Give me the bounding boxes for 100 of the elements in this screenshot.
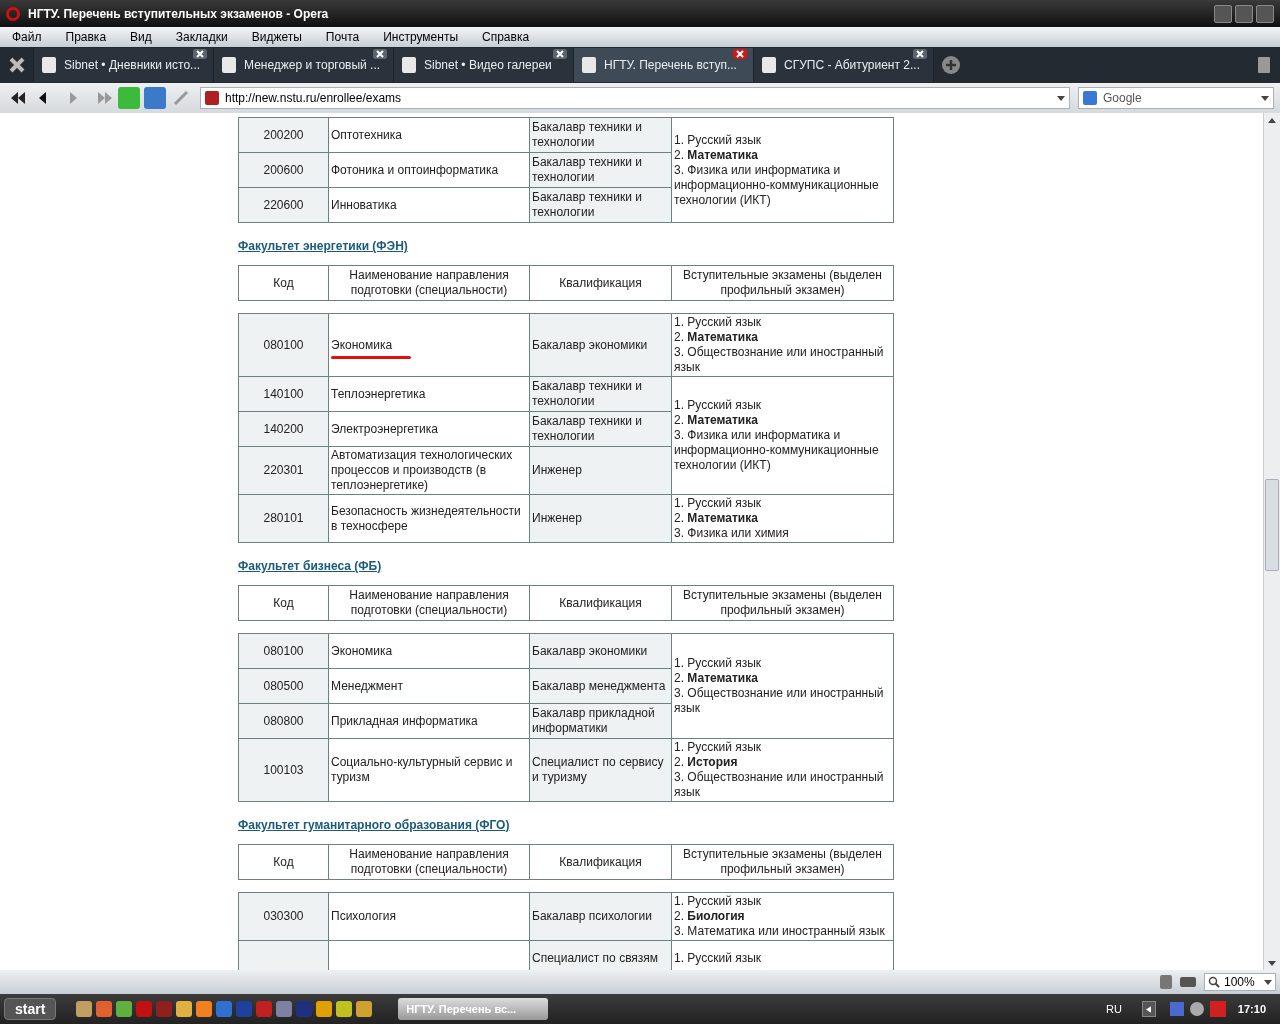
scroll-up-icon[interactable] [1268, 117, 1276, 123]
address-field[interactable]: http://new.nstu.ru/enrollee/exams [200, 87, 1070, 109]
app-icon[interactable] [116, 1001, 133, 1017]
exam-item: 3. Обществознание или иностранный язык [674, 686, 885, 716]
code-cell: 220600 [238, 187, 329, 223]
name-cell: Автоматизация технологических процессов и производств (в теплоэнергетике) [328, 446, 530, 495]
dropdown-arrow-icon[interactable] [1057, 95, 1065, 101]
column-header: Код [238, 585, 329, 621]
name-cell: Электроэнергетика [328, 411, 530, 447]
name-cell: Менеджмент [328, 668, 530, 704]
column-header: Вступительные экзамены (выделен профильный экзамен) [671, 844, 894, 880]
scroll-down-icon[interactable] [1268, 960, 1276, 966]
exam-item: 1. Русский язык [674, 740, 763, 755]
app-icon[interactable] [196, 1001, 213, 1017]
exam-item: 3. Физика или информатика и информационно-коммуникационные технологии (ИКТ) [674, 162, 880, 208]
close-icon[interactable] [373, 49, 387, 59]
column-header: Квалификация [529, 585, 672, 621]
qualification-cell: Бакалавр техники и технологии [529, 187, 672, 223]
name-cell: Психология [328, 892, 530, 941]
menu-item[interactable]: Вид [130, 28, 152, 46]
name-cell: Инноватика [328, 187, 530, 223]
qualification-cell: Бакалавр техники и технологии [529, 411, 672, 447]
menu-item[interactable]: Файл [12, 28, 42, 46]
exam-item: 1. Русский язык [674, 950, 763, 966]
tab-label: СГУПС - Абитуриент 2... [784, 57, 920, 74]
column-header: Код [238, 265, 329, 301]
menu-item[interactable]: Справка [482, 28, 530, 46]
close-icon[interactable] [913, 49, 927, 59]
tab-label: Менеджер и торговый ... [244, 57, 381, 74]
scrollbar[interactable] [1263, 113, 1280, 970]
page-icon [582, 57, 596, 73]
column-header: Наименование направления подготовки (специальности) [328, 585, 530, 621]
page-icon [222, 57, 236, 73]
code-cell: 080100 [238, 313, 329, 377]
qualification-cell: Бакалавр техники и технологии [529, 117, 672, 153]
exam-item: 3. Физика или химия [674, 526, 790, 541]
minimize-button[interactable] [1214, 4, 1232, 23]
name-cell: Социально-культурный сервис и туризм [328, 738, 530, 802]
opera-logo-icon [6, 6, 20, 21]
page-icon [402, 57, 416, 73]
name-cell: Прикладная информатика [328, 703, 530, 739]
qualification-cell: Инженер [529, 446, 672, 495]
app-icon[interactable] [96, 1001, 113, 1017]
qualification-cell: Бакалавр техники и технологии [529, 376, 672, 412]
browser-tab[interactable]: Менеджер и торговый ... [214, 48, 394, 82]
app-icon[interactable] [336, 1001, 353, 1017]
faculty-link[interactable]: Факультет бизнеса (ФБ) [238, 557, 1263, 575]
exam-item: 1. Русский язык [674, 398, 763, 413]
arrow-icon[interactable] [1146, 1005, 1152, 1013]
close-icon[interactable] [193, 49, 207, 59]
column-header: Наименование направления подготовки (специальности) [328, 265, 530, 301]
qualification-cell: Бакалавр менеджмента [529, 668, 672, 704]
page-icon [762, 57, 776, 73]
browser-tab[interactable]: Sibnet • Видео галереи [394, 48, 574, 82]
app-icon[interactable] [176, 1001, 193, 1017]
restore-button[interactable] [1235, 4, 1253, 23]
search-field[interactable]: Google [1078, 87, 1274, 109]
faculty-link[interactable]: Факультет гуманитарного образования (ФГО) [238, 816, 1263, 834]
code-cell: 280101 [238, 494, 329, 543]
app-icon[interactable] [356, 1001, 373, 1017]
name-cell: Фотоника и оптоинформатика [328, 152, 530, 188]
exam-item: 1. Русский язык [674, 656, 763, 671]
close-button[interactable] [1256, 4, 1274, 23]
qualification-cell: Бакалавр психологии [529, 892, 672, 941]
qualification-cell: Инженер [529, 494, 672, 543]
language-indicator[interactable]: RU [1105, 1000, 1122, 1018]
add-tab-icon[interactable] [942, 56, 960, 74]
column-header: Квалификация [529, 844, 672, 880]
app-icon[interactable] [276, 1001, 293, 1017]
code-cell: 100103 [238, 738, 329, 802]
exam-item: 1. Русский язык [674, 132, 763, 148]
dropdown-arrow-icon[interactable] [1261, 95, 1269, 101]
menu-item[interactable]: Почта [325, 28, 360, 46]
zoom-control[interactable]: 100% [1204, 973, 1276, 991]
browser-tab[interactable]: СГУПС - Абитуриент 2... [754, 48, 934, 82]
scrollbar-thumb[interactable] [1265, 479, 1279, 571]
start-button[interactable]: start [4, 998, 57, 1020]
menu-item[interactable]: Виджеты [251, 28, 302, 46]
tab-label: НГТУ. Перечень вступ... [604, 57, 737, 74]
menu-item[interactable]: Закладки [175, 28, 228, 46]
app-icon[interactable] [76, 1001, 93, 1017]
name-cell: Теплоэнергетика [328, 376, 530, 412]
browser-tab[interactable]: НГТУ. Перечень вступ... [574, 48, 754, 82]
tab-label: Sibnet • Видео галереи [424, 57, 552, 74]
menu-item[interactable]: Инструменты [383, 28, 458, 46]
faculty-link[interactable]: Факультет энергетики (ФЭН) [238, 237, 1263, 255]
exam-item: 2. Биология [674, 909, 746, 924]
app-icon[interactable] [316, 1001, 333, 1017]
dropdown-arrow-icon[interactable] [1264, 979, 1272, 985]
column-header: Квалификация [529, 265, 672, 301]
code-cell: 140200 [238, 411, 329, 447]
exam-item: 3. Математика или иностранный язык [674, 924, 886, 939]
browser-tab[interactable]: Sibnet • Дневники исто... [34, 48, 214, 82]
column-header: Наименование направления подготовки (специальности) [328, 844, 530, 880]
exam-item: 3. Обществознание или иностранный язык [674, 345, 885, 375]
code-cell: 220301 [238, 446, 329, 495]
close-icon[interactable] [733, 49, 747, 59]
close-icon[interactable] [553, 49, 567, 59]
column-header: Вступительные экзамены (выделен профильный экзамен) [671, 585, 894, 621]
menu-item[interactable]: Правка [65, 28, 107, 46]
